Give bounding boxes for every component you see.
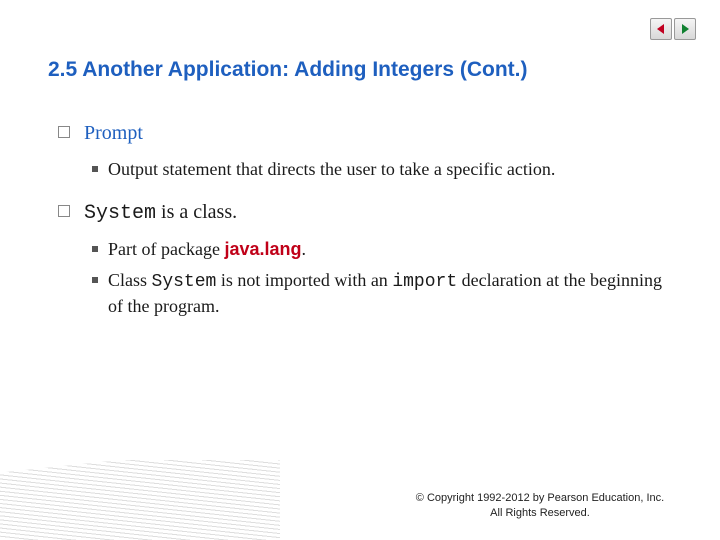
text: is a class.	[156, 201, 237, 223]
package-name: java.lang	[224, 239, 301, 259]
slide-content: Prompt Output statement that directs the…	[58, 120, 670, 336]
sub-text: Output statement that directs the user t…	[108, 157, 555, 181]
small-square-bullet-icon	[92, 246, 98, 252]
square-bullet-icon	[58, 126, 70, 138]
sub-text: Class System is not imported with an imp…	[108, 268, 670, 319]
code-text: System	[84, 202, 156, 225]
slide-title: 2.5 Another Application: Adding Integers…	[48, 58, 527, 82]
sub-text: Part of package java.lang.	[108, 237, 306, 261]
sub-bullet-item: Output statement that directs the user t…	[92, 157, 670, 181]
prev-button[interactable]	[650, 18, 672, 40]
code-text: System	[152, 272, 217, 292]
small-square-bullet-icon	[92, 277, 98, 283]
bullet-label: Prompt	[84, 120, 143, 147]
sub-bullet-item: Part of package java.lang.	[92, 237, 670, 261]
square-bullet-icon	[58, 205, 70, 217]
decorative-lines	[0, 460, 280, 540]
small-square-bullet-icon	[92, 166, 98, 172]
bullet-system: System is a class.	[58, 199, 670, 227]
code-text: import	[392, 272, 457, 292]
triangle-right-icon	[679, 23, 691, 35]
triangle-left-icon	[655, 23, 667, 35]
sub-bullet-item: Class System is not imported with an imp…	[92, 268, 670, 319]
sub-list: Output statement that directs the user t…	[92, 157, 670, 181]
bullet-prompt: Prompt	[58, 120, 670, 147]
bullet-label: System is a class.	[84, 199, 237, 227]
next-button[interactable]	[674, 18, 696, 40]
copyright-text: © Copyright 1992-2012 by Pearson Educati…	[415, 491, 665, 520]
nav-buttons	[650, 18, 696, 40]
sub-list: Part of package java.lang. Class System …	[92, 237, 670, 318]
